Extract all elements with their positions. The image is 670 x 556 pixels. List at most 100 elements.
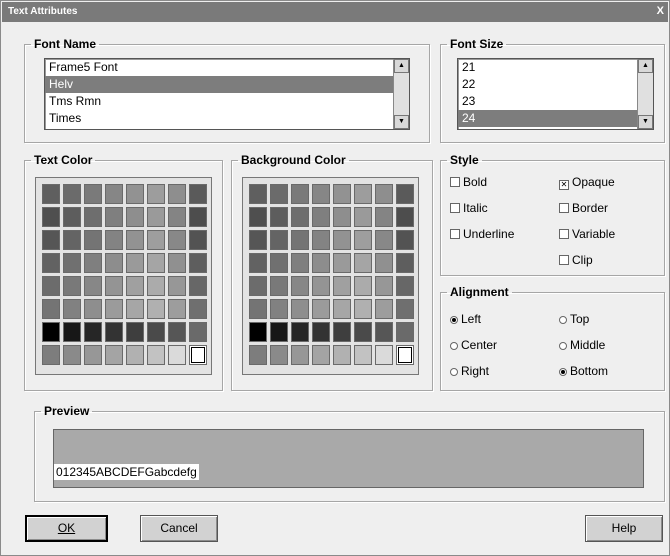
text-color-swatch[interactable] [84, 345, 102, 365]
variable-checkbox[interactable]: Variable [559, 227, 615, 241]
background-color-swatch[interactable] [270, 230, 288, 250]
text-color-swatch[interactable] [42, 276, 60, 296]
text-color-swatch[interactable] [126, 207, 144, 227]
background-color-swatch[interactable] [375, 299, 393, 319]
text-color-swatch[interactable] [168, 253, 186, 273]
background-color-swatch[interactable] [396, 253, 414, 273]
background-color-swatch[interactable] [291, 322, 309, 342]
text-color-swatch[interactable] [189, 184, 207, 204]
background-color-swatch[interactable] [291, 230, 309, 250]
background-color-swatch[interactable] [249, 299, 267, 319]
opaque-checkbox[interactable]: ✕ Opaque [559, 175, 615, 190]
text-color-swatch[interactable] [126, 184, 144, 204]
background-color-swatch[interactable] [312, 299, 330, 319]
scroll-down-icon[interactable]: ▼ [394, 115, 409, 129]
background-color-swatch[interactable] [333, 230, 351, 250]
font-size-option[interactable]: 23 [458, 93, 637, 110]
text-color-swatch[interactable] [189, 276, 207, 296]
text-color-swatch[interactable] [126, 299, 144, 319]
clip-checkbox[interactable]: Clip [559, 253, 593, 267]
background-color-swatch[interactable] [249, 345, 267, 365]
background-color-swatch[interactable] [312, 345, 330, 365]
text-color-swatch[interactable] [168, 322, 186, 342]
text-color-swatch[interactable] [126, 253, 144, 273]
text-color-swatch[interactable] [168, 207, 186, 227]
text-color-swatch[interactable] [63, 207, 81, 227]
background-color-swatch[interactable] [312, 276, 330, 296]
text-color-swatch[interactable] [126, 322, 144, 342]
text-color-swatch[interactable] [84, 207, 102, 227]
font-name-option[interactable]: Helv [45, 76, 393, 93]
background-color-swatch[interactable] [291, 253, 309, 273]
background-color-swatch[interactable] [249, 207, 267, 227]
background-color-swatch[interactable] [354, 207, 372, 227]
text-color-swatch[interactable] [189, 345, 207, 365]
background-color-swatch[interactable] [354, 345, 372, 365]
background-color-swatch[interactable] [333, 345, 351, 365]
background-color-swatch[interactable] [396, 299, 414, 319]
text-color-swatch[interactable] [147, 276, 165, 296]
font-size-scrollbar[interactable]: ▲ ▼ [637, 59, 653, 129]
text-color-swatch[interactable] [63, 230, 81, 250]
italic-checkbox[interactable]: Italic [450, 201, 488, 215]
background-color-swatch[interactable] [270, 276, 288, 296]
bold-checkbox[interactable]: Bold [450, 175, 487, 189]
background-color-swatch[interactable] [249, 184, 267, 204]
text-color-swatch[interactable] [105, 230, 123, 250]
background-color-swatch[interactable] [333, 184, 351, 204]
background-color-swatch[interactable] [375, 276, 393, 296]
text-color-swatch[interactable] [147, 299, 165, 319]
text-color-swatch[interactable] [42, 207, 60, 227]
font-name-option[interactable]: Tms Rmn [45, 93, 393, 110]
background-color-swatch[interactable] [354, 322, 372, 342]
background-color-swatch[interactable] [396, 276, 414, 296]
text-color-swatch[interactable] [42, 299, 60, 319]
text-color-swatch[interactable] [63, 299, 81, 319]
align-right-radio[interactable]: Right [450, 364, 489, 378]
background-color-swatch[interactable] [396, 345, 414, 365]
text-color-swatch[interactable] [42, 322, 60, 342]
text-color-swatch[interactable] [147, 253, 165, 273]
background-color-swatch[interactable] [375, 184, 393, 204]
text-color-swatch[interactable] [63, 276, 81, 296]
text-color-swatch[interactable] [147, 184, 165, 204]
background-color-swatch[interactable] [396, 230, 414, 250]
font-size-option[interactable]: 24 [458, 110, 637, 127]
background-color-swatch[interactable] [270, 253, 288, 273]
ok-button[interactable]: OK [25, 515, 108, 542]
text-color-swatch[interactable] [147, 207, 165, 227]
border-checkbox[interactable]: Border [559, 201, 608, 215]
text-color-swatch[interactable] [189, 207, 207, 227]
background-color-swatch[interactable] [291, 345, 309, 365]
align-top-radio[interactable]: Top [559, 312, 589, 326]
close-icon[interactable]: X [657, 5, 664, 17]
background-color-swatch[interactable] [249, 276, 267, 296]
font-size-option[interactable]: 21 [458, 59, 637, 76]
text-color-swatch[interactable] [63, 322, 81, 342]
background-color-swatch[interactable] [375, 345, 393, 365]
text-color-swatch[interactable] [84, 276, 102, 296]
align-center-radio[interactable]: Center [450, 338, 497, 352]
background-color-swatch[interactable] [333, 276, 351, 296]
background-color-swatch[interactable] [396, 207, 414, 227]
text-color-swatch[interactable] [147, 322, 165, 342]
background-color-swatch[interactable] [249, 253, 267, 273]
text-color-swatch[interactable] [126, 276, 144, 296]
text-color-swatch[interactable] [84, 322, 102, 342]
font-name-listbox[interactable]: Frame5 Font Helv Tms Rmn Times ▲ ▼ [44, 58, 410, 130]
text-color-swatch[interactable] [126, 345, 144, 365]
text-color-swatch[interactable] [105, 345, 123, 365]
text-color-swatch[interactable] [63, 345, 81, 365]
background-color-swatch[interactable] [249, 230, 267, 250]
help-button[interactable]: Help [585, 515, 663, 542]
background-color-swatch[interactable] [375, 207, 393, 227]
background-color-swatch[interactable] [375, 322, 393, 342]
text-color-swatch[interactable] [168, 299, 186, 319]
text-color-swatch[interactable] [42, 253, 60, 273]
text-color-swatch[interactable] [126, 230, 144, 250]
background-color-swatch[interactable] [312, 207, 330, 227]
text-color-swatch[interactable] [63, 253, 81, 273]
background-color-swatch[interactable] [270, 184, 288, 204]
background-color-swatch[interactable] [291, 207, 309, 227]
cancel-button[interactable]: Cancel [140, 515, 218, 542]
